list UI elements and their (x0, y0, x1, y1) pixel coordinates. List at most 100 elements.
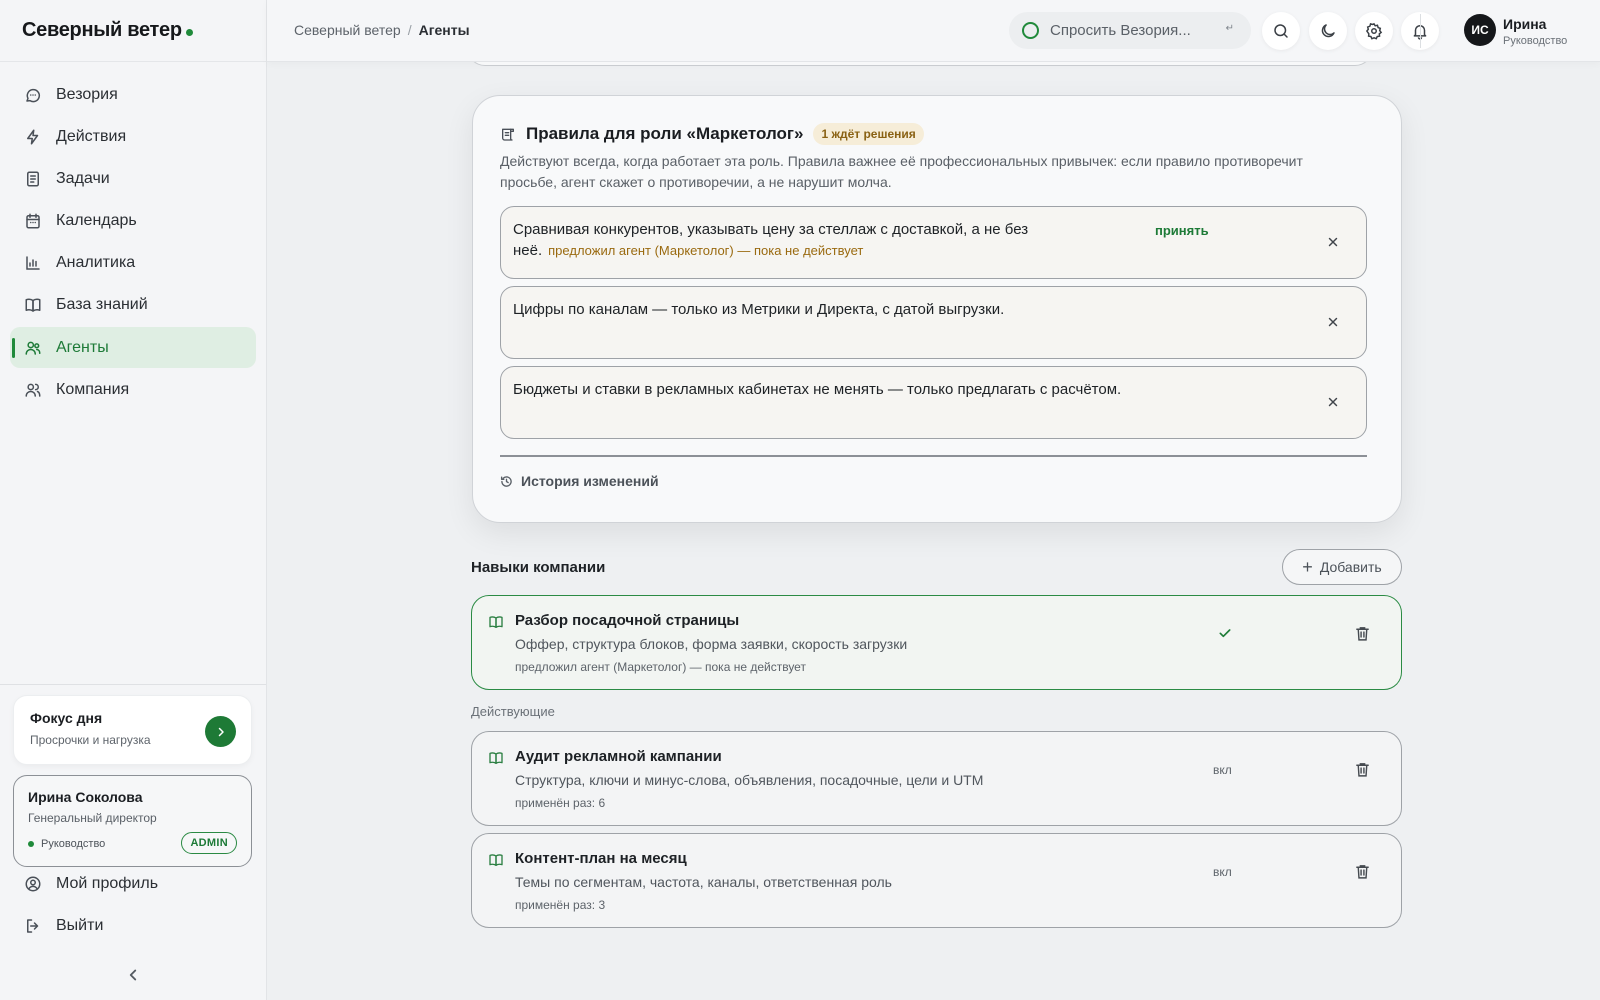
logout-label: Выйти (56, 917, 104, 934)
book-icon (489, 854, 503, 866)
assistant-ring-icon (1022, 22, 1039, 39)
chat-icon (26, 88, 41, 102)
main-content: Правила для роли «Маркетолог» 1 ждёт реш… (267, 62, 1600, 1000)
breadcrumb-root[interactable]: Северный ветер (294, 22, 401, 38)
my-profile-link[interactable]: Мой профиль (24, 875, 158, 893)
skill-usage-count: применён раз: 6 (515, 796, 606, 810)
history-link[interactable]: История изменений (500, 473, 659, 489)
sidebar-nav: Везория Действия Задачи Календарь Аналит… (0, 62, 266, 410)
rule-text: Бюджеты и ставки в рекламных кабинетах н… (513, 381, 1122, 398)
skill-state-toggle[interactable]: вкл (1213, 865, 1232, 879)
topbar: Северный ветер / Агенты Спросить Везория… (267, 0, 1600, 62)
lightning-icon (27, 129, 39, 145)
skill-name: Разбор посадочной страницы (515, 612, 740, 629)
rules-title: Правила для роли «Маркетолог» (526, 124, 804, 143)
breadcrumb: Северный ветер / Агенты (294, 22, 470, 38)
calendar-icon (26, 213, 40, 229)
user-name: Ирина Соколова (28, 789, 143, 805)
ask-placeholder: Спросить Везория... (1050, 22, 1191, 39)
sidebar-item-label: Календарь (56, 212, 137, 230)
sidebar-item-label: Задачи (56, 169, 110, 187)
skill-state-toggle[interactable]: вкл (1213, 763, 1232, 777)
book-icon (489, 616, 503, 628)
accept-rule-button[interactable]: принять (1155, 220, 1209, 241)
book-icon (25, 298, 41, 313)
user-card[interactable]: Ирина Соколова Генеральный директор Руко… (13, 775, 252, 867)
add-skill-label: Добавить (1319, 559, 1382, 575)
user-position: Генеральный директор (28, 811, 157, 825)
sidebar-bottom: Фокус дня Просрочки и нагрузка Ирина Сок… (0, 684, 266, 1000)
settings-button[interactable] (1355, 12, 1393, 50)
rule-text: Сравнивая конкурентов, указывать цену за… (513, 219, 1073, 261)
skill-description: Структура, ключи и минус-слова, объявлен… (515, 772, 984, 788)
brand-name: Северный ветер (22, 19, 182, 41)
trash-icon[interactable] (1354, 624, 1371, 643)
history-label: История изменений (521, 473, 659, 489)
search-icon (1274, 24, 1288, 38)
rule-item[interactable]: Цифры по каналам — только из Метрики и Д… (500, 286, 1367, 359)
skill-card[interactable]: Контент-план на месяц Темы по сегментам,… (471, 833, 1402, 928)
skill-card[interactable]: Аудит рекламной кампании Структура, ключ… (471, 731, 1402, 826)
sidebar-item-label: Аналитика (56, 254, 136, 272)
close-icon[interactable] (1326, 315, 1340, 329)
sidebar-item-label: Агенты (56, 338, 109, 356)
close-icon[interactable] (1326, 235, 1340, 249)
logout-icon (27, 919, 39, 933)
brand-logo[interactable]: Северный ветер (0, 0, 266, 62)
trash-icon[interactable] (1354, 862, 1371, 881)
previous-card-edge (467, 62, 1373, 66)
rule-item[interactable]: Бюджеты и ставки в рекламных кабинетах н… (500, 366, 1367, 439)
pending-badge: 1 ждёт решения (813, 123, 924, 145)
skill-name: Аудит рекламной кампании (515, 748, 722, 765)
sidebar-item-actions[interactable]: Действия (10, 116, 256, 157)
rules-divider (500, 455, 1367, 457)
trash-icon[interactable] (1354, 760, 1371, 779)
sidebar-item-analytics[interactable]: Аналитика (10, 243, 256, 284)
plus-icon: + (1302, 557, 1313, 577)
topbar-user[interactable]: Ирина Руководство (1503, 16, 1567, 47)
check-icon[interactable] (1217, 625, 1233, 641)
sidebar-item-company[interactable]: Компания (10, 369, 256, 410)
topbar-divider (1420, 14, 1421, 48)
collapse-sidebar-icon[interactable] (124, 966, 142, 984)
book-icon (489, 752, 503, 764)
add-skill-button[interactable]: + Добавить (1282, 549, 1402, 585)
ask-vezoria-input[interactable]: Спросить Везория... ↵ (1009, 12, 1251, 49)
chevron-right-icon (218, 727, 224, 736)
user-role: Руководство (41, 838, 106, 850)
topbar-user-role: Руководство (1503, 35, 1568, 47)
logout-link[interactable]: Выйти (24, 917, 103, 935)
profile-icon (25, 876, 41, 892)
rule-item-pending[interactable]: Сравнивая конкурентов, указывать цену за… (500, 206, 1367, 279)
sidebar-item-knowledge-base[interactable]: База знаний (10, 285, 256, 326)
sidebar-item-label: Компания (56, 380, 130, 398)
rules-description: Действуют всегда, когда работает эта рол… (500, 153, 1303, 190)
search-button[interactable] (1262, 12, 1300, 50)
history-icon (500, 475, 512, 487)
avatar[interactable]: ИС (1464, 14, 1496, 46)
role-rules-card: Правила для роли «Маркетолог» 1 ждёт реш… (472, 95, 1402, 523)
gear-icon (1365, 22, 1383, 40)
topbar-user-name: Ирина (1503, 16, 1547, 32)
my-profile-label: Мой профиль (56, 875, 159, 892)
close-icon[interactable] (1326, 395, 1340, 409)
skill-name: Контент-план на месяц (515, 850, 687, 867)
sidebar-item-tasks[interactable]: Задачи (10, 158, 256, 199)
sidebar-item-vezoria[interactable]: Везория (10, 74, 256, 115)
sidebar-item-calendar[interactable]: Календарь (10, 201, 256, 242)
chart-icon (26, 256, 40, 270)
focus-card[interactable]: Фокус дня Просрочки и нагрузка (13, 695, 252, 765)
sidebar-item-agents[interactable]: Агенты (10, 327, 256, 369)
skill-card-pending[interactable]: Разбор посадочной страницы Оффер, структ… (471, 595, 1402, 690)
rule-proposed-note: предложил агент (Маркетолог) — пока не д… (548, 243, 864, 258)
skill-note: предложил агент (Маркетолог) — пока не д… (515, 660, 806, 674)
rule-text: Цифры по каналам — только из Метрики и Д… (513, 301, 1005, 318)
agents-icon (25, 341, 41, 355)
focus-open-button[interactable] (205, 716, 236, 747)
rules-header: Правила для роли «Маркетолог» 1 ждёт реш… (500, 123, 924, 145)
skill-description: Оффер, структура блоков, форма заявки, с… (515, 636, 908, 652)
theme-toggle-button[interactable] (1309, 12, 1347, 50)
moon-icon (1321, 24, 1335, 38)
sidebar-item-label: Везория (56, 85, 118, 103)
admin-badge: ADMIN (181, 832, 237, 854)
